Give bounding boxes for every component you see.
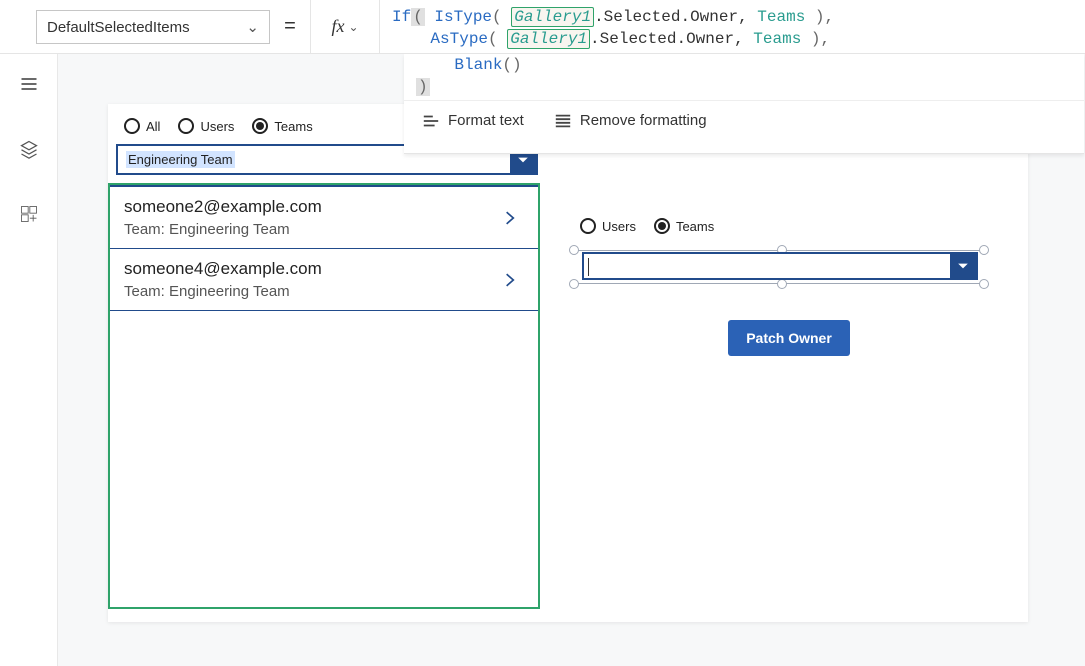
property-select-value: DefaultSelectedItems: [47, 19, 190, 36]
radio-teams[interactable]: Teams: [654, 218, 714, 234]
formula-editor[interactable]: If( IsType( Gallery1.Selected.Owner, Tea…: [380, 0, 1085, 53]
gallery[interactable]: someone2@example.com Team: Engineering T…: [108, 183, 540, 609]
formula-panel: Blank() ) Format text Remove formatting: [404, 54, 1084, 154]
chevron-down-icon: ⌄: [246, 18, 259, 36]
formula-toolbar: Format text Remove formatting: [404, 100, 1084, 140]
radio-users[interactable]: Users: [178, 118, 234, 134]
app-canvas[interactable]: All Users Teams Engineering Team: [108, 104, 1028, 622]
components-icon[interactable]: [19, 204, 39, 229]
formula-editor-ext[interactable]: Blank() ): [404, 54, 1084, 100]
chevron-right-icon[interactable]: [500, 208, 520, 228]
format-icon: [422, 112, 440, 130]
property-select[interactable]: DefaultSelectedItems ⌄: [36, 10, 270, 44]
patch-owner-button[interactable]: Patch Owner: [728, 320, 850, 356]
list-item[interactable]: someone4@example.com Team: Engineering T…: [110, 249, 538, 311]
format-text-button[interactable]: Format text: [422, 112, 524, 130]
text-caret: [588, 258, 589, 276]
fx-label: fx: [331, 16, 344, 37]
right-radio-group: Users Teams: [574, 204, 1004, 244]
gallery-email: someone2@example.com: [124, 197, 524, 217]
gallery-team: Team: Engineering Team: [124, 283, 524, 300]
layers-icon[interactable]: [19, 139, 39, 164]
hamburger-icon[interactable]: [19, 74, 39, 99]
left-column: All Users Teams Engineering Team: [108, 104, 548, 622]
selected-combobox-frame: [574, 248, 990, 286]
remove-formatting-button[interactable]: Remove formatting: [554, 112, 707, 130]
radio-teams[interactable]: Teams: [252, 118, 312, 134]
left-toolbar: [0, 54, 58, 666]
gallery-team: Team: Engineering Team: [124, 221, 524, 238]
unformat-icon: [554, 112, 572, 130]
chevron-down-icon[interactable]: [950, 254, 976, 278]
radio-all[interactable]: All: [124, 118, 160, 134]
radio-users[interactable]: Users: [580, 218, 636, 234]
chevron-down-icon: ⌄: [348, 20, 358, 34]
equals-sign: =: [270, 0, 310, 53]
right-column: Users Teams: [574, 204, 1004, 356]
chevron-right-icon[interactable]: [500, 270, 520, 290]
gallery-email: someone4@example.com: [124, 259, 524, 279]
formula-bar: DefaultSelectedItems ⌄ = fx ⌄ If( IsType…: [0, 0, 1085, 54]
list-item[interactable]: someone2@example.com Team: Engineering T…: [110, 185, 538, 249]
fx-button[interactable]: fx ⌄: [310, 0, 380, 53]
right-combobox[interactable]: [582, 252, 978, 280]
